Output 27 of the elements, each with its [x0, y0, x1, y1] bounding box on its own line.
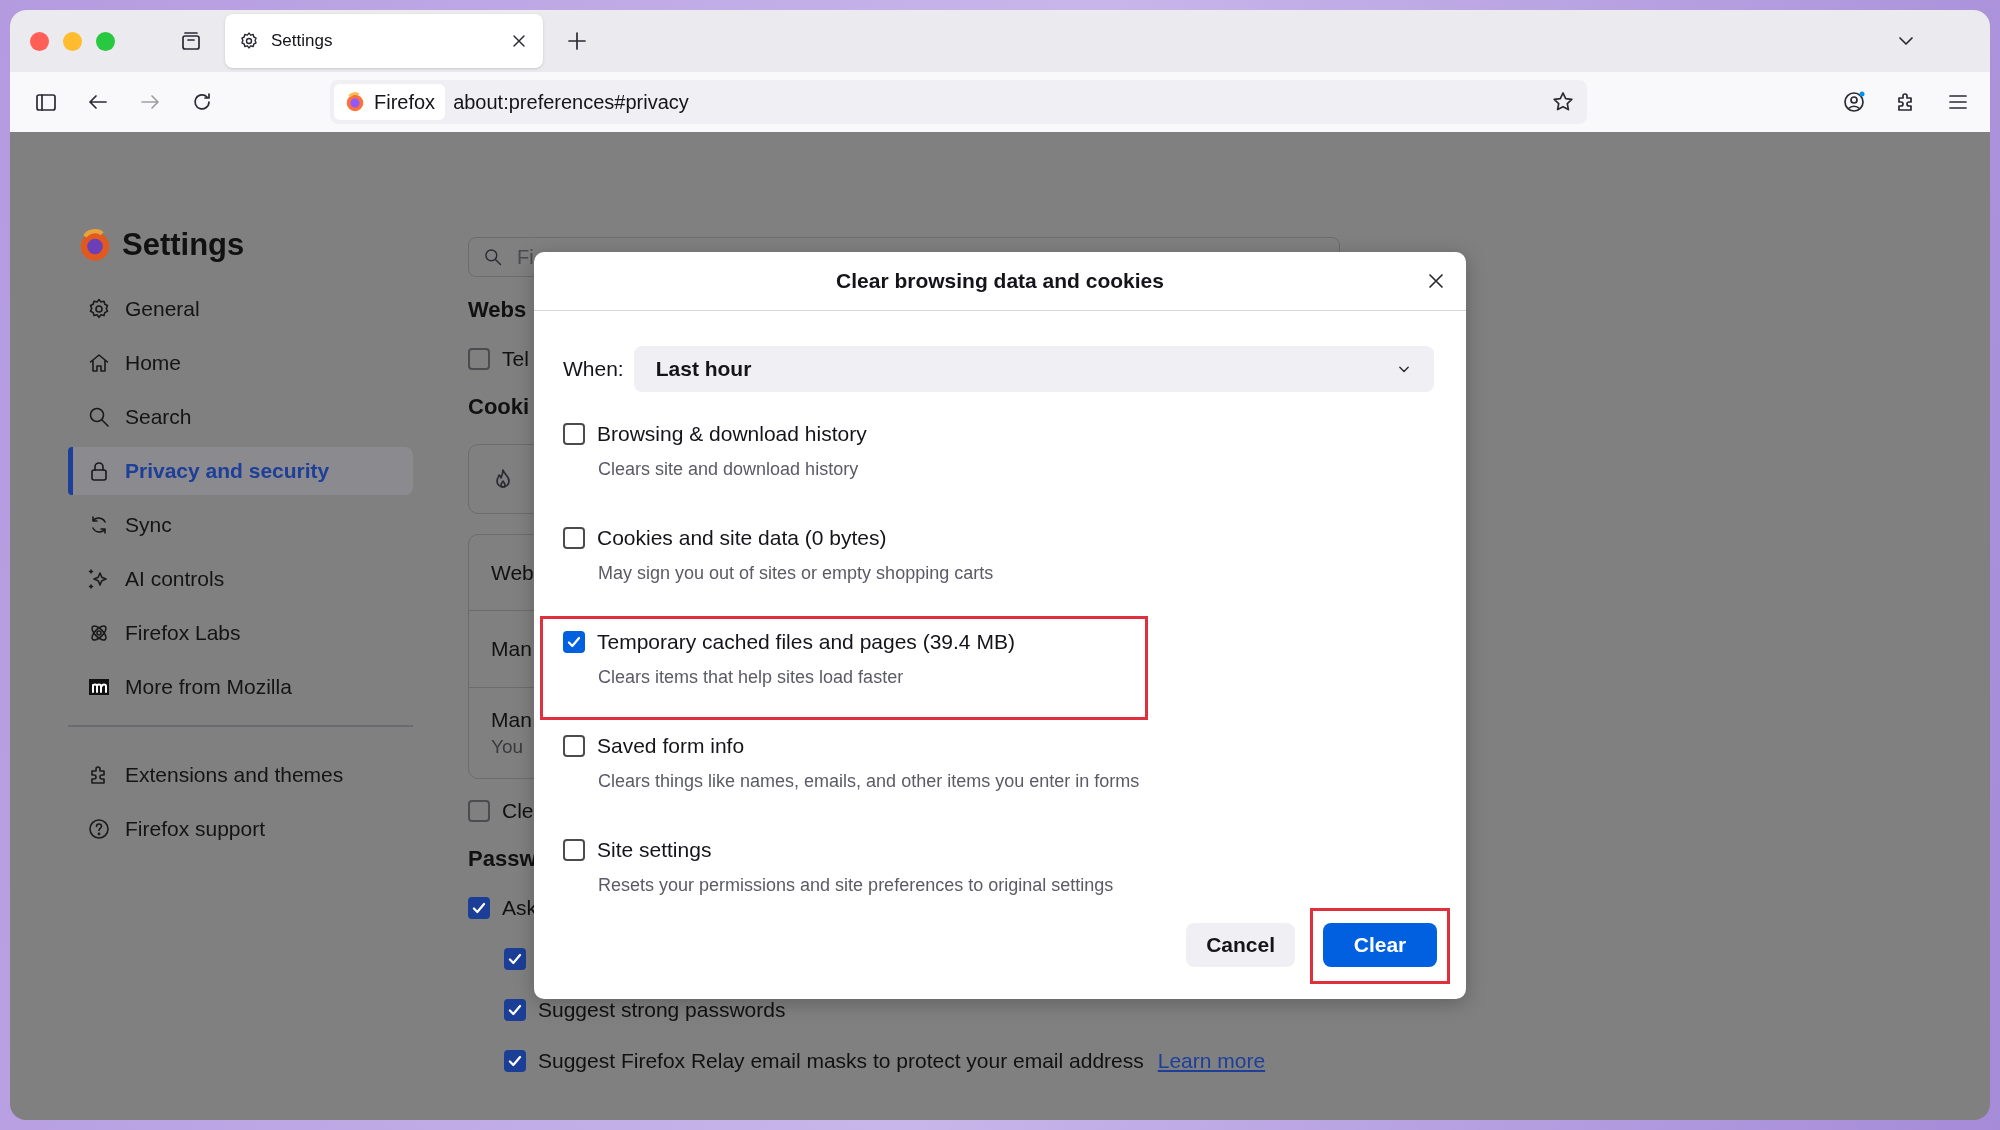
setting-label: Man — [491, 707, 532, 732]
checkbox-label: Site settings — [597, 838, 712, 862]
checkbox-label: Tel — [502, 347, 529, 371]
option-description: Clears things like names, emails, and other items you enter in forms — [598, 771, 1141, 792]
section-heading: Webs — [468, 296, 527, 324]
option-description: Clears site and download history — [598, 459, 860, 480]
identity-label: Firefox — [374, 90, 436, 114]
option-description: Clears items that help sites load faster — [598, 667, 905, 688]
option-description: May sign you out of sites or empty shopping carts — [598, 563, 995, 584]
setting-label: Web — [491, 560, 534, 585]
url-text: about:preferences#privacy — [453, 90, 689, 114]
checkbox-label: Saved form info — [597, 734, 745, 758]
dialog-title: Clear browsing data and cookies — [836, 269, 1164, 293]
section-heading: Passw — [468, 845, 537, 873]
setting-description: You — [491, 735, 524, 758]
checkbox-label: Temporary cached files and pages (39.4 MB) — [597, 630, 1015, 654]
checkbox-label: Suggest Firefox Relay email masks to protect your email address — [538, 1049, 1144, 1073]
checkbox-label: Suggest strong passwords — [538, 998, 786, 1022]
page-title: Settings — [122, 227, 245, 263]
field-label: When: — [563, 357, 624, 381]
option-description: Resets your permissions and site preferences to original settings — [598, 875, 1115, 896]
tab-title: Settings — [271, 31, 334, 51]
setting-label: Man — [491, 636, 532, 661]
checkbox-label: Browsing & download history — [597, 422, 867, 446]
checkbox-label: Cookies and site data (0 bytes) — [597, 526, 887, 550]
section-heading: Cooki — [468, 393, 530, 421]
checkbox-label: Cle — [502, 799, 534, 823]
